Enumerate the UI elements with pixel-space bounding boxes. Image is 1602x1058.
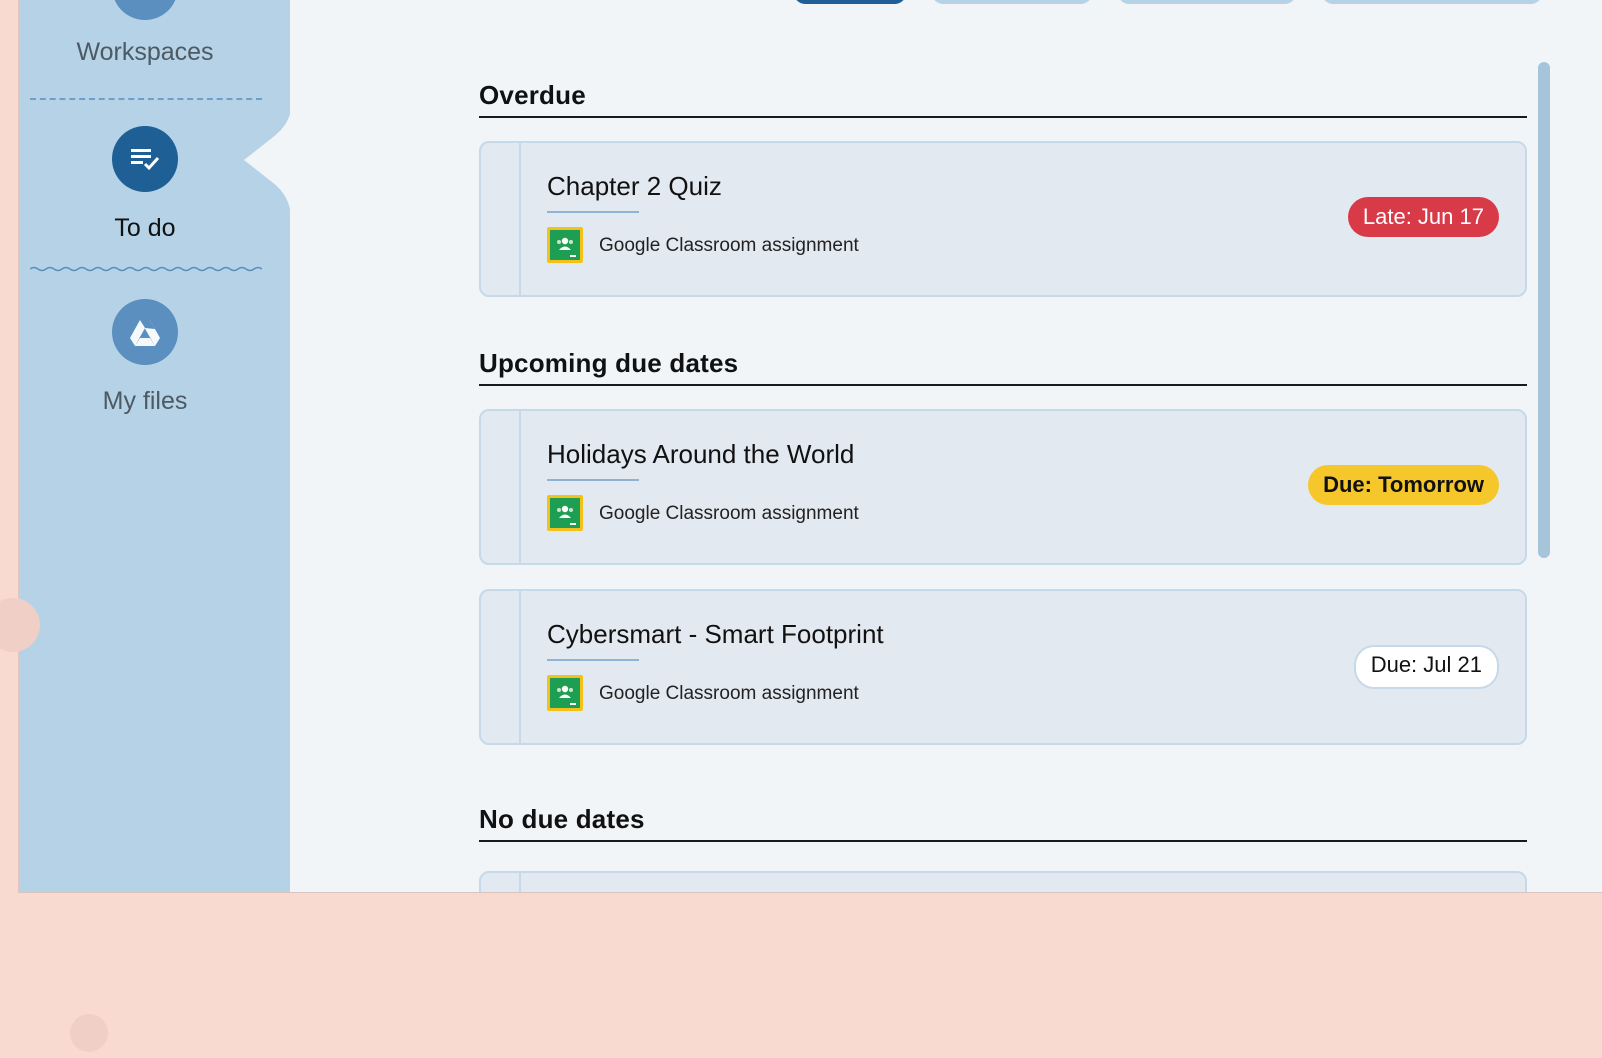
assignment-title: Chapter 2 Quiz: [547, 171, 722, 201]
assignment-card[interactable]: Chapter 2 Quiz Google Classroom assignme…: [479, 141, 1527, 297]
workspaces-icon: [112, 0, 178, 20]
sidebar-divider: [30, 98, 262, 100]
card-strip: [481, 591, 521, 743]
section-heading-overdue: Overdue: [479, 80, 1527, 118]
assignment-title: Cybersmart - Smart Footprint: [547, 619, 884, 649]
sidebar-item-workspaces[interactable]: Workspaces: [20, 0, 270, 67]
title-underline: [547, 659, 639, 661]
assignment-card[interactable]: Holidays Around the World Google Classro…: [479, 409, 1527, 565]
sidebar-item-label: My files: [102, 387, 188, 415]
google-classroom-icon: [547, 227, 583, 263]
drive-icon: [112, 299, 178, 365]
google-classroom-icon: [547, 495, 583, 531]
card-strip: [481, 143, 521, 295]
assignment-source: Google Classroom assignment: [599, 235, 859, 256]
title-underline: [547, 211, 639, 213]
sidebar-item-my-files[interactable]: My files: [20, 299, 270, 416]
assignment-source: Google Classroom assignment: [599, 503, 859, 524]
sidebar-item-todo[interactable]: To do: [20, 126, 270, 243]
google-classroom-icon: [547, 675, 583, 711]
section-heading-no-due-dates: No due dates: [479, 804, 1527, 842]
scrollbar-thumb[interactable]: [1538, 62, 1550, 558]
status-badge-due-soon: Due: Tomorrow: [1308, 465, 1499, 505]
assignment-title: Holidays Around the World: [547, 439, 855, 469]
sidebar-divider-wavy: [30, 266, 262, 272]
assignment-card[interactable]: Cybersmart - Smart Footprint Google Clas…: [479, 589, 1527, 745]
sidebar-item-label: Workspaces: [76, 38, 214, 66]
sidebar-item-label: To do: [114, 214, 176, 242]
assignment-card[interactable]: [479, 871, 1527, 892]
status-badge-due: Due: Jul 21: [1353, 645, 1499, 689]
assignment-source: Google Classroom assignment: [599, 683, 859, 704]
app-window: Workspaces To do My files Overdue Chapte…: [18, 0, 1602, 893]
todo-list: Overdue Chapter 2 Quiz Google Classroom …: [479, 0, 1527, 892]
section-heading-upcoming: Upcoming due dates: [479, 348, 1527, 386]
status-badge-late: Late: Jun 17: [1347, 197, 1499, 237]
card-strip: [481, 411, 521, 563]
title-underline: [547, 479, 639, 481]
sidebar: Workspaces To do My files: [20, 0, 292, 892]
decorative-circle: [70, 1014, 108, 1052]
todo-checklist-icon: [112, 126, 178, 192]
card-strip: [481, 873, 521, 892]
